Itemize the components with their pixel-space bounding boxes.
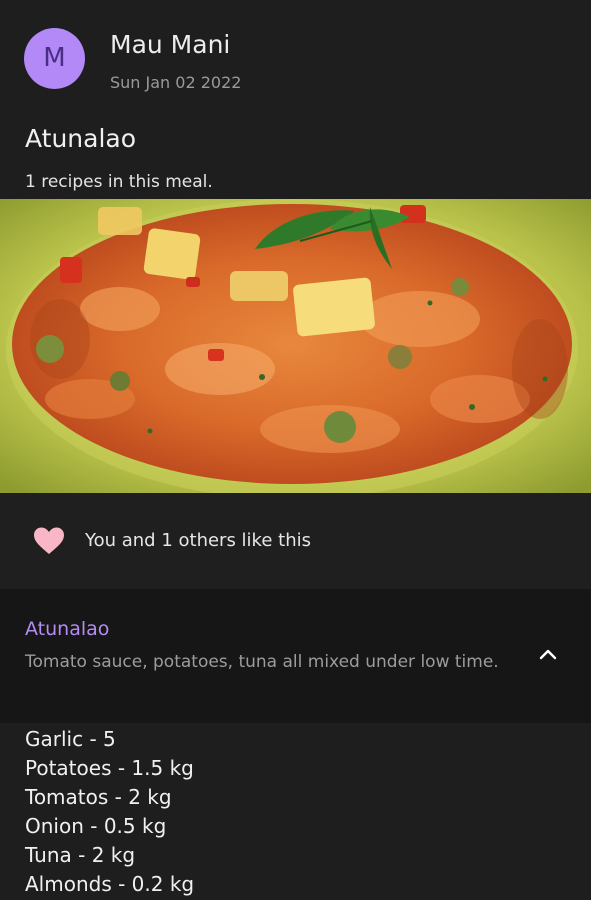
ingredient-item: Onion - 0.5 kg xyxy=(25,814,167,838)
meal-post-card: M Mau Mani Sun Jan 02 2022 Atunalao 1 re… xyxy=(0,0,591,900)
meal-photo[interactable] xyxy=(0,199,591,493)
post-date: Sun Jan 02 2022 xyxy=(110,73,242,92)
ingredients-list: Garlic - 5 Potatoes - 1.5 kg Tomatos - 2… xyxy=(0,723,591,900)
ingredient-item: Garlic - 5 xyxy=(25,727,116,751)
recipe-description: Tomato sauce, potatoes, tuna all mixed u… xyxy=(25,652,499,672)
ingredient-item: Tuna - 2 kg xyxy=(25,843,136,867)
ingredient-item: Potatoes - 1.5 kg xyxy=(25,756,194,780)
avatar[interactable]: M xyxy=(24,28,85,89)
heart-icon[interactable] xyxy=(33,527,65,555)
chevron-up-icon[interactable] xyxy=(536,643,560,667)
meal-title: Atunalao xyxy=(25,124,137,153)
ingredient-item: Tomatos - 2 kg xyxy=(25,785,172,809)
recipe-expansion-header[interactable]: Atunalao Tomato sauce, potatoes, tuna al… xyxy=(0,589,591,723)
recipe-name[interactable]: Atunalao xyxy=(25,618,109,640)
meal-subtitle: 1 recipes in this meal. xyxy=(25,172,213,192)
ingredient-item: Almonds - 0.2 kg xyxy=(25,872,195,896)
post-header: M Mau Mani Sun Jan 02 2022 xyxy=(0,0,591,110)
like-count-text: You and 1 others like this xyxy=(85,530,311,551)
like-row: You and 1 others like this xyxy=(0,493,591,589)
author-name[interactable]: Mau Mani xyxy=(110,30,230,59)
